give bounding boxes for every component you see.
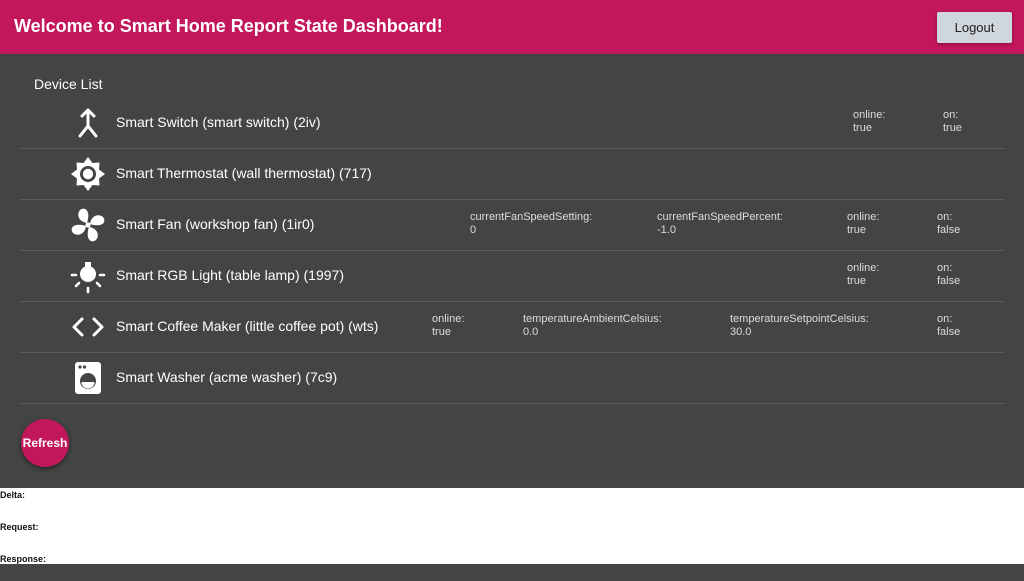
footer-strip [0,564,1024,581]
device-row[interactable]: Smart Washer (acme washer) (7c9) [20,352,1005,404]
light-bulb-icon [70,258,106,294]
device-row[interactable]: Smart Switch (smart switch) (2iv) online… [20,97,1005,149]
attribute-value: false [937,224,961,236]
request-label: Request: [0,522,39,532]
device-attribute: currentFanSpeedSetting: 0 [470,211,592,237]
switch-merge-icon [70,105,106,141]
device-attribute: online: true [432,313,464,339]
device-attribute: currentFanSpeedPercent: -1.0 [657,211,783,237]
thermostat-gear-icon [70,156,106,192]
device-row[interactable]: Smart Coffee Maker (little coffee pot) (… [20,301,1005,353]
code-brackets-icon [70,309,106,345]
device-attribute: on: false [937,313,960,339]
app-header: Welcome to Smart Home Report State Dashb… [0,0,1024,54]
device-attribute: online: true [847,211,879,237]
attribute-value: true [943,122,962,134]
washer-icon [70,360,106,396]
page-title: Welcome to Smart Home Report State Dashb… [14,16,443,36]
device-attribute: temperatureAmbientCelsius: 0.0 [523,313,662,339]
attribute-key: temperatureSetpointCelsius: [730,313,869,325]
device-attribute: on: true [943,109,962,135]
attribute-key: on: [937,313,953,325]
device-name: Smart Switch (smart switch) (2iv) [116,114,321,130]
attribute-key: on: [937,211,953,223]
attribute-key: online: [853,109,886,121]
attribute-value: 30.0 [730,326,752,338]
device-attribute: on: false [937,211,960,237]
device-list-heading: Device List [34,76,103,92]
device-row[interactable]: Smart RGB Light (table lamp) (1997) onli… [20,250,1005,302]
attribute-value: false [937,275,961,287]
device-name: Smart Washer (acme washer) (7c9) [116,369,338,385]
attribute-key: on: [937,262,953,274]
delta-label: Delta: [0,490,26,500]
device-attribute: on: false [937,262,960,288]
device-list-panel: Device List Smart Switch (smart switch) … [0,54,1024,488]
attribute-value: -1.0 [657,224,676,236]
attribute-value: false [937,326,961,338]
device-row[interactable]: Smart Thermostat (wall thermostat) (717) [20,148,1005,200]
logout-button[interactable]: Logout [937,12,1012,43]
debug-panel: Delta: Request: Response: [0,488,1024,564]
device-attribute: online: true [847,262,879,288]
attribute-key: online: [847,262,880,274]
attribute-value: 0.0 [523,326,539,338]
device-attribute: online: true [853,109,885,135]
attribute-key: online: [432,313,465,325]
attribute-value: 0 [470,224,477,236]
attribute-key: temperatureAmbientCelsius: [523,313,662,325]
attribute-key: currentFanSpeedPercent: [657,211,783,223]
attribute-value: true [432,326,451,338]
device-row[interactable]: Smart Fan (workshop fan) (1ir0) currentF… [20,199,1005,251]
attribute-value: true [847,224,866,236]
response-label: Response: [0,554,47,564]
attribute-key: online: [847,211,880,223]
attribute-value: true [847,275,866,287]
attribute-value: true [853,122,872,134]
device-name: Smart Fan (workshop fan) (1ir0) [116,216,315,232]
refresh-button[interactable]: Refresh [21,419,69,467]
device-attribute: temperatureSetpointCelsius: 30.0 [730,313,869,339]
attribute-key: on: [943,109,959,121]
fan-icon [70,207,106,243]
device-name: Smart RGB Light (table lamp) (1997) [116,267,344,283]
device-name: Smart Thermostat (wall thermostat) (717) [116,165,372,181]
device-name: Smart Coffee Maker (little coffee pot) (… [116,318,379,334]
attribute-key: currentFanSpeedSetting: [470,211,593,223]
